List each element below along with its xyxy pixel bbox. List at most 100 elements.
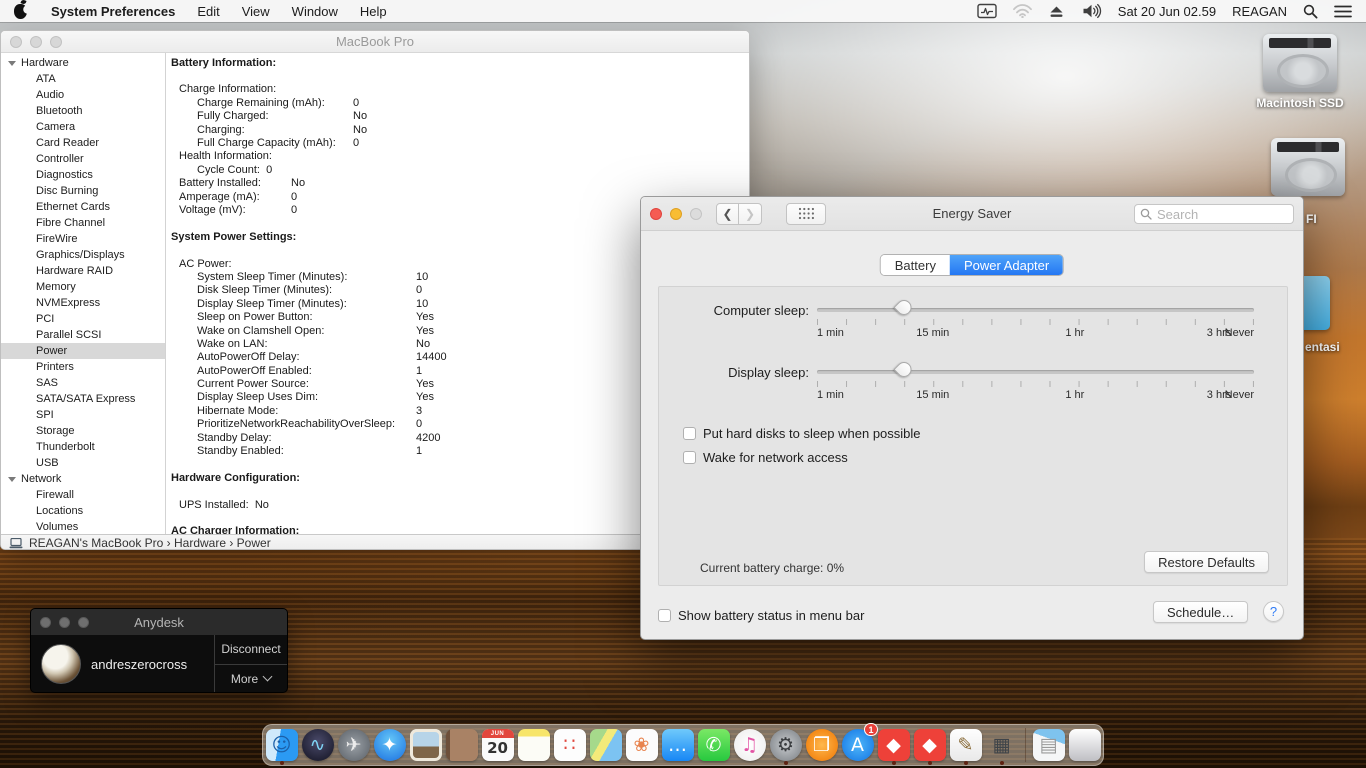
show-all-button[interactable] (786, 202, 826, 225)
window-toolbar[interactable]: ❮ ❯ Energy Saver (641, 197, 1303, 231)
sidebar-item[interactable]: Printers (1, 359, 165, 375)
sidebar-item[interactable]: ATA (1, 71, 165, 87)
sidebar-item[interactable]: SATA/SATA Express (1, 391, 165, 407)
dock-item-maps[interactable] (589, 726, 623, 764)
menubar-menu[interactable]: View (242, 4, 270, 19)
anydesk-status-icon[interactable] (977, 3, 997, 19)
dock-item-trash[interactable] (1068, 726, 1102, 764)
spotlight-search-icon[interactable] (1303, 4, 1318, 19)
sidebar-item[interactable]: USB (1, 455, 165, 471)
window-titlebar[interactable]: MacBook Pro (1, 31, 749, 53)
sidebar-item[interactable]: Audio (1, 87, 165, 103)
volume-icon[interactable] (1081, 3, 1102, 19)
wifi-icon[interactable] (1012, 4, 1032, 18)
dock-item-launchpad[interactable]: ✈ (337, 726, 371, 764)
back-button[interactable]: ❮ (716, 202, 739, 225)
dock-item-reminders[interactable]: ∷ (553, 726, 587, 764)
sidebar-item[interactable]: Thunderbolt (1, 439, 165, 455)
dock-item-app-store[interactable]: A 1 (841, 723, 878, 764)
slider-thumb[interactable] (893, 296, 915, 319)
dock-item-anydesk[interactable]: ◆ (877, 726, 911, 764)
sidebar-item[interactable]: Hardware (1, 55, 165, 71)
sidebar-item[interactable]: Ethernet Cards (1, 199, 165, 215)
menu-bar: System Preferences Edit View Window Help (0, 0, 1366, 22)
dock-item-messages[interactable]: … (661, 726, 695, 764)
disconnect-button[interactable]: Disconnect (215, 635, 287, 665)
slider-label: Computer sleep: (713, 303, 809, 318)
dock-item-hardware-tool[interactable]: ▦ (985, 726, 1019, 764)
minimize-button[interactable] (670, 207, 682, 220)
app-icon: ♫ (733, 729, 766, 761)
dock-item-system-preferences[interactable]: ⚙ (769, 726, 803, 764)
tab[interactable]: Battery (880, 255, 950, 275)
sidebar-item[interactable]: Firewall (1, 487, 165, 503)
menubar-user[interactable]: REAGAN (1232, 4, 1287, 19)
dock-item-siri[interactable]: ∿ (301, 726, 335, 764)
desktop-icon-macintosh-ssd[interactable]: Macintosh SSD (1256, 34, 1344, 110)
slider-thumb[interactable] (893, 358, 915, 381)
dock-divider[interactable] (1021, 726, 1030, 764)
help-button[interactable]: ? (1263, 601, 1284, 622)
sidebar-item[interactable]: SAS (1, 375, 165, 391)
anydesk-titlebar[interactable]: Anydesk (31, 609, 287, 635)
menubar-app-name[interactable]: System Preferences (51, 4, 175, 19)
sidebar-item[interactable]: Parallel SCSI (1, 327, 165, 343)
disclosure-triangle-icon[interactable] (8, 477, 16, 482)
apple-menu-icon[interactable] (14, 3, 27, 19)
schedule-button[interactable]: Schedule… (1153, 601, 1249, 623)
sidebar-item[interactable]: Controller (1, 151, 165, 167)
zoom-button[interactable] (690, 207, 702, 220)
dock-item-finder[interactable]: ☺ (265, 726, 299, 764)
sidebar-item[interactable]: Graphics/Displays (1, 247, 165, 263)
close-button[interactable] (650, 207, 662, 220)
sidebar-item[interactable]: Memory (1, 279, 165, 295)
checkbox[interactable] (683, 426, 696, 440)
sidebar-item[interactable]: Power (1, 343, 165, 359)
sidebar-item[interactable]: Hardware RAID (1, 263, 165, 279)
disclosure-triangle-icon[interactable] (8, 61, 16, 66)
sidebar-item[interactable]: Locations (1, 503, 165, 519)
menubar-menu[interactable]: Window (292, 4, 338, 19)
dock-item-facetime[interactable]: ✆ (697, 726, 731, 764)
dock-item-ibooks[interactable]: ❐ (805, 726, 839, 764)
sidebar-item-label: NVMExpress (36, 297, 101, 309)
sidebar-item[interactable]: Disc Burning (1, 183, 165, 199)
more-button[interactable]: More (215, 665, 287, 693)
sidebar-item[interactable]: SPI (1, 407, 165, 423)
dock-item-contacts[interactable] (445, 726, 479, 764)
dock-item-documents[interactable]: ▤ (1032, 726, 1066, 764)
dock-item-notes[interactable] (517, 726, 551, 764)
checkbox[interactable] (658, 608, 671, 622)
dock-item-itunes[interactable]: ♫ (733, 726, 767, 764)
restore-defaults-button[interactable]: Restore Defaults (1144, 551, 1269, 573)
eject-icon[interactable] (1048, 4, 1065, 18)
sidebar-item[interactable]: Card Reader (1, 135, 165, 151)
sidebar-item[interactable]: Bluetooth (1, 103, 165, 119)
notification-center-icon[interactable] (1334, 5, 1352, 18)
checkbox[interactable] (683, 450, 696, 464)
desktop-icon-disk2[interactable] (1264, 138, 1352, 196)
menubar-menu[interactable]: Help (360, 4, 387, 19)
dock-item-calendar[interactable]: JUN 20 (481, 726, 515, 764)
sidebar-item[interactable]: NVMExpress (1, 295, 165, 311)
sidebar-item[interactable]: PCI (1, 311, 165, 327)
slider-track[interactable] (817, 308, 1254, 312)
sidebar-item[interactable]: Storage (1, 423, 165, 439)
dock-item-textedit[interactable]: ✎ (949, 726, 983, 764)
sidebar-item[interactable]: Diagnostics (1, 167, 165, 183)
sidebar-item[interactable]: Network (1, 471, 165, 487)
sidebar-item[interactable]: Fibre Channel (1, 215, 165, 231)
sidebar-item[interactable]: FireWire (1, 231, 165, 247)
tab[interactable]: Power Adapter (949, 255, 1064, 275)
dock-item-mail[interactable] (409, 726, 443, 764)
menubar-menu[interactable]: Edit (197, 4, 219, 19)
slider-track[interactable] (817, 370, 1254, 374)
sidebar-item[interactable]: Camera (1, 119, 165, 135)
menubar-clock[interactable]: Sat 20 Jun 02.59 (1118, 4, 1216, 19)
dock-item-photos[interactable]: ❀ (625, 726, 659, 764)
dock-item-anydesk-2[interactable]: ◆ (913, 726, 947, 764)
dock-item-safari[interactable]: ✦ (373, 726, 407, 764)
sidebar-item[interactable]: Volumes (1, 519, 165, 534)
search-input[interactable] (1134, 204, 1294, 224)
forward-button[interactable]: ❯ (739, 202, 762, 225)
